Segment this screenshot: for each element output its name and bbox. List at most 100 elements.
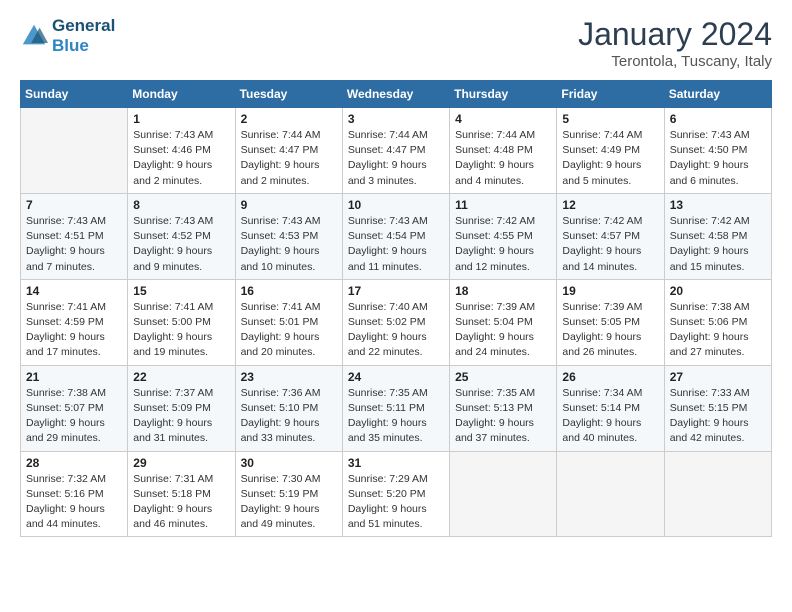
location-subtitle: Terontola, Tuscany, Italy bbox=[578, 53, 772, 70]
calendar-cell: 19 Sunrise: 7:39 AM Sunset: 5:05 PM Dayli… bbox=[557, 279, 664, 365]
day-info: Sunrise: 7:33 AM Sunset: 5:15 PM Dayligh… bbox=[670, 386, 766, 447]
day-info: Sunrise: 7:44 AM Sunset: 4:47 PM Dayligh… bbox=[348, 128, 444, 189]
calendar-cell: 20Sunrise: 7:38 AM Sunset: 5:06 PM Dayli… bbox=[664, 279, 771, 365]
calendar-week-row: 14 Sunrise: 7:41 AM Sunset: 4:59 PM Dayli… bbox=[21, 279, 772, 365]
day-info: Sunrise: 7:36 AM Sunset: 5:10 PM Dayligh… bbox=[241, 386, 337, 447]
day-number: 31 bbox=[348, 456, 444, 470]
calendar-cell: 2Sunrise: 7:44 AM Sunset: 4:47 PM Daylig… bbox=[235, 108, 342, 194]
calendar-cell: 29 Sunrise: 7:31 AM Sunset: 5:18 PM Dayli… bbox=[128, 451, 235, 537]
day-info: Sunrise: 7:37 AM Sunset: 5:09 PM Dayligh… bbox=[133, 386, 229, 447]
day-info: Sunrise: 7:35 AM Sunset: 5:11 PM Dayligh… bbox=[348, 386, 444, 447]
day-number: 14 bbox=[26, 284, 122, 298]
day-number: 12 bbox=[562, 198, 658, 212]
day-number: 6 bbox=[670, 112, 766, 126]
day-info: Sunrise: 7:43 AM Sunset: 4:54 PM Dayligh… bbox=[348, 214, 444, 275]
calendar-table: SundayMondayTuesdayWednesdayThursdayFrid… bbox=[20, 80, 772, 537]
calendar-cell: 28 Sunrise: 7:32 AM Sunset: 5:16 PM Dayli… bbox=[21, 451, 128, 537]
day-info: Sunrise: 7:42 AM Sunset: 4:57 PM Dayligh… bbox=[562, 214, 658, 275]
calendar-cell: 3 Sunrise: 7:44 AM Sunset: 4:47 PM Daylig… bbox=[342, 108, 449, 194]
calendar-cell bbox=[450, 451, 557, 537]
day-info: Sunrise: 7:42 AM Sunset: 4:58 PM Dayligh… bbox=[670, 214, 766, 275]
calendar-cell bbox=[557, 451, 664, 537]
day-number: 4 bbox=[455, 112, 551, 126]
day-number: 15 bbox=[133, 284, 229, 298]
calendar-cell: 7Sunrise: 7:43 AM Sunset: 4:51 PM Daylig… bbox=[21, 193, 128, 279]
calendar-cell: 22 Sunrise: 7:37 AM Sunset: 5:09 PM Dayli… bbox=[128, 365, 235, 451]
title-block: January 2024 Terontola, Tuscany, Italy bbox=[578, 16, 772, 70]
day-number: 5 bbox=[562, 112, 658, 126]
day-info: Sunrise: 7:30 AM Sunset: 5:19 PM Dayligh… bbox=[241, 472, 337, 533]
calendar-cell: 9 Sunrise: 7:43 AM Sunset: 4:53 PM Daylig… bbox=[235, 193, 342, 279]
calendar-week-row: 21 Sunrise: 7:38 AM Sunset: 5:07 PM Dayli… bbox=[21, 365, 772, 451]
day-number: 16 bbox=[241, 284, 337, 298]
calendar-cell: 5 Sunrise: 7:44 AM Sunset: 4:49 PM Daylig… bbox=[557, 108, 664, 194]
calendar-week-row: 1Sunrise: 7:43 AM Sunset: 4:46 PM Daylig… bbox=[21, 108, 772, 194]
column-header-saturday: Saturday bbox=[664, 81, 771, 108]
calendar-cell: 13 Sunrise: 7:42 AM Sunset: 4:58 PM Dayli… bbox=[664, 193, 771, 279]
calendar-cell: 14 Sunrise: 7:41 AM Sunset: 4:59 PM Dayli… bbox=[21, 279, 128, 365]
logo-general: General bbox=[52, 16, 115, 36]
calendar-week-row: 28 Sunrise: 7:32 AM Sunset: 5:16 PM Dayli… bbox=[21, 451, 772, 537]
calendar-cell: 27 Sunrise: 7:33 AM Sunset: 5:15 PM Dayli… bbox=[664, 365, 771, 451]
calendar-week-row: 7Sunrise: 7:43 AM Sunset: 4:51 PM Daylig… bbox=[21, 193, 772, 279]
calendar-cell: 31Sunrise: 7:29 AM Sunset: 5:20 PM Dayli… bbox=[342, 451, 449, 537]
calendar-cell bbox=[21, 108, 128, 194]
day-number: 8 bbox=[133, 198, 229, 212]
day-info: Sunrise: 7:39 AM Sunset: 5:04 PM Dayligh… bbox=[455, 300, 551, 361]
day-info: Sunrise: 7:41 AM Sunset: 5:00 PM Dayligh… bbox=[133, 300, 229, 361]
day-number: 28 bbox=[26, 456, 122, 470]
calendar-cell: 4 Sunrise: 7:44 AM Sunset: 4:48 PM Daylig… bbox=[450, 108, 557, 194]
day-info: Sunrise: 7:44 AM Sunset: 4:48 PM Dayligh… bbox=[455, 128, 551, 189]
calendar-cell: 11 Sunrise: 7:42 AM Sunset: 4:55 PM Dayli… bbox=[450, 193, 557, 279]
day-number: 10 bbox=[348, 198, 444, 212]
day-number: 11 bbox=[455, 198, 551, 212]
day-number: 9 bbox=[241, 198, 337, 212]
calendar-cell: 6Sunrise: 7:43 AM Sunset: 4:50 PM Daylig… bbox=[664, 108, 771, 194]
calendar-cell: 8Sunrise: 7:43 AM Sunset: 4:52 PM Daylig… bbox=[128, 193, 235, 279]
page: General Blue January 2024 Terontola, Tus… bbox=[0, 0, 792, 612]
day-info: Sunrise: 7:31 AM Sunset: 5:18 PM Dayligh… bbox=[133, 472, 229, 533]
header: General Blue January 2024 Terontola, Tus… bbox=[20, 16, 772, 70]
day-number: 21 bbox=[26, 370, 122, 384]
day-number: 3 bbox=[348, 112, 444, 126]
day-info: Sunrise: 7:38 AM Sunset: 5:07 PM Dayligh… bbox=[26, 386, 122, 447]
day-number: 23 bbox=[241, 370, 337, 384]
logo: General Blue bbox=[20, 16, 115, 55]
day-info: Sunrise: 7:34 AM Sunset: 5:14 PM Dayligh… bbox=[562, 386, 658, 447]
day-number: 24 bbox=[348, 370, 444, 384]
day-info: Sunrise: 7:38 AM Sunset: 5:06 PM Dayligh… bbox=[670, 300, 766, 361]
calendar-cell: 17 Sunrise: 7:40 AM Sunset: 5:02 PM Dayli… bbox=[342, 279, 449, 365]
day-info: Sunrise: 7:43 AM Sunset: 4:51 PM Dayligh… bbox=[26, 214, 122, 275]
day-info: Sunrise: 7:32 AM Sunset: 5:16 PM Dayligh… bbox=[26, 472, 122, 533]
day-info: Sunrise: 7:41 AM Sunset: 4:59 PM Dayligh… bbox=[26, 300, 122, 361]
calendar-cell: 26 Sunrise: 7:34 AM Sunset: 5:14 PM Dayli… bbox=[557, 365, 664, 451]
day-number: 17 bbox=[348, 284, 444, 298]
calendar-cell: 30 Sunrise: 7:30 AM Sunset: 5:19 PM Dayli… bbox=[235, 451, 342, 537]
column-header-tuesday: Tuesday bbox=[235, 81, 342, 108]
day-info: Sunrise: 7:41 AM Sunset: 5:01 PM Dayligh… bbox=[241, 300, 337, 361]
day-number: 19 bbox=[562, 284, 658, 298]
day-number: 27 bbox=[670, 370, 766, 384]
column-header-thursday: Thursday bbox=[450, 81, 557, 108]
calendar-cell: 25Sunrise: 7:35 AM Sunset: 5:13 PM Dayli… bbox=[450, 365, 557, 451]
calendar-cell: 24 Sunrise: 7:35 AM Sunset: 5:11 PM Dayli… bbox=[342, 365, 449, 451]
day-info: Sunrise: 7:39 AM Sunset: 5:05 PM Dayligh… bbox=[562, 300, 658, 361]
column-header-monday: Monday bbox=[128, 81, 235, 108]
day-number: 18 bbox=[455, 284, 551, 298]
day-number: 29 bbox=[133, 456, 229, 470]
calendar-cell: 10 Sunrise: 7:43 AM Sunset: 4:54 PM Dayli… bbox=[342, 193, 449, 279]
day-info: Sunrise: 7:42 AM Sunset: 4:55 PM Dayligh… bbox=[455, 214, 551, 275]
day-info: Sunrise: 7:40 AM Sunset: 5:02 PM Dayligh… bbox=[348, 300, 444, 361]
logo-icon bbox=[20, 22, 48, 50]
day-number: 30 bbox=[241, 456, 337, 470]
day-info: Sunrise: 7:44 AM Sunset: 4:47 PM Dayligh… bbox=[241, 128, 337, 189]
day-number: 22 bbox=[133, 370, 229, 384]
calendar-cell: 16 Sunrise: 7:41 AM Sunset: 5:01 PM Dayli… bbox=[235, 279, 342, 365]
day-number: 26 bbox=[562, 370, 658, 384]
calendar-cell: 23 Sunrise: 7:36 AM Sunset: 5:10 PM Dayli… bbox=[235, 365, 342, 451]
day-number: 13 bbox=[670, 198, 766, 212]
month-title: January 2024 bbox=[578, 16, 772, 53]
day-info: Sunrise: 7:43 AM Sunset: 4:53 PM Dayligh… bbox=[241, 214, 337, 275]
calendar-cell: 21 Sunrise: 7:38 AM Sunset: 5:07 PM Dayli… bbox=[21, 365, 128, 451]
day-info: Sunrise: 7:44 AM Sunset: 4:49 PM Dayligh… bbox=[562, 128, 658, 189]
